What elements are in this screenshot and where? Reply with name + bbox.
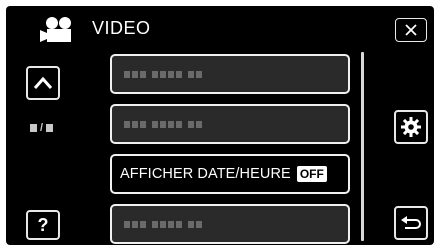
page-current-block [30,124,37,132]
menu-item-label: AFFICHER DATE/HEURE [120,166,291,182]
page-indicator: / [30,122,54,134]
menu-item-hidden-2[interactable] [110,104,350,144]
placeholder-text [124,70,202,78]
menu-item-date-time-display[interactable]: AFFICHER DATE/HEURE OFF [110,154,350,194]
placeholder-text [124,220,202,228]
scroll-up-button[interactable] [26,66,60,100]
page-title: VIDEO [92,18,151,38]
menu-item-hidden-4[interactable] [110,204,350,244]
placeholder-text [124,120,202,128]
gear-icon [401,117,421,137]
help-label: ? [37,214,49,235]
help-button[interactable]: ? [26,210,60,240]
scrollbar[interactable] [361,52,364,241]
back-button[interactable] [394,206,428,240]
chevron-up-icon [33,76,53,89]
camera-menu-screen: VIDEO / ? AFFICHER DATE/HEURE OFF [6,6,434,245]
status-badge: OFF [296,166,327,182]
video-camera-icon [40,17,71,42]
close-button[interactable] [395,18,427,42]
close-icon [405,24,417,36]
settings-button[interactable] [394,110,428,144]
page-separator: / [40,122,44,134]
return-arrow-icon [401,216,421,229]
menu-item-hidden-1[interactable] [110,54,350,94]
page-total-block [46,124,54,132]
